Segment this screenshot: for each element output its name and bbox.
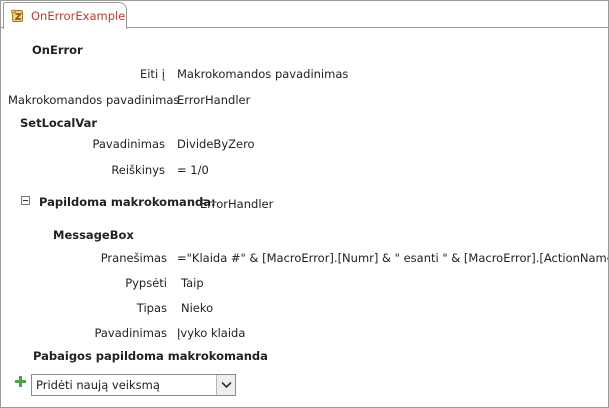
dropdown-button[interactable]	[216, 375, 235, 395]
onerror-action-name[interactable]: OnError	[32, 43, 83, 57]
messagebox-message-value[interactable]: ="Klaida #" & [MacroError].[Numr] & " es…	[177, 251, 608, 265]
onerror-goto-label: Eiti į	[139, 67, 165, 81]
onerror-goto-value[interactable]: Makrokomandos pavadinimas	[177, 67, 348, 81]
setlocalvar-expr-label: Reiškinys	[111, 163, 165, 177]
tab-title: OnErrorExample	[31, 9, 126, 23]
macro-designer-window: OnErrorExample OnError Eiti į Makrokoman…	[0, 0, 609, 408]
messagebox-title-value[interactable]: Įvyko klaida	[177, 326, 245, 340]
messagebox-beep-label: Pypsėti	[125, 276, 167, 290]
setlocalvar-expr-value[interactable]: = 1/0	[177, 163, 209, 177]
messagebox-action-name[interactable]: MessageBox	[53, 228, 134, 242]
minus-box-icon[interactable]	[21, 196, 30, 205]
submacro-header-label: Papildoma makrokomanda:	[39, 195, 216, 209]
chevron-down-icon	[221, 381, 232, 389]
submacro-end-label: Pabaigos papildoma makrokomanda	[33, 349, 268, 363]
setlocalvar-name-label: Pavadinimas	[92, 137, 165, 151]
tab-strip: OnErrorExample	[1, 1, 608, 29]
onerror-macroname-label: Makrokomandos pavadinimas	[8, 93, 180, 107]
macro-icon	[11, 9, 23, 22]
onerror-macroname-value[interactable]: ErrorHandler	[177, 93, 250, 107]
messagebox-type-value[interactable]: Nieko	[181, 301, 213, 315]
messagebox-message-label: Pranešimas	[100, 251, 167, 265]
add-new-action-value: Pridėti naują veiksmą	[36, 378, 160, 392]
tab-onerrorexample[interactable]: OnErrorExample	[3, 2, 127, 29]
setlocalvar-action-name[interactable]: SetLocalVar	[20, 116, 97, 130]
submacro-name-value[interactable]: ErrorHandler	[200, 197, 273, 211]
messagebox-type-label: Tipas	[136, 301, 167, 315]
setlocalvar-name-value[interactable]: DivideByZero	[177, 137, 255, 151]
plus-icon	[15, 376, 26, 387]
messagebox-beep-value[interactable]: Taip	[181, 276, 204, 290]
add-new-action-dropdown[interactable]: Pridėti naują veiksmą	[31, 374, 236, 396]
messagebox-title-label: Pavadinimas	[94, 326, 167, 340]
